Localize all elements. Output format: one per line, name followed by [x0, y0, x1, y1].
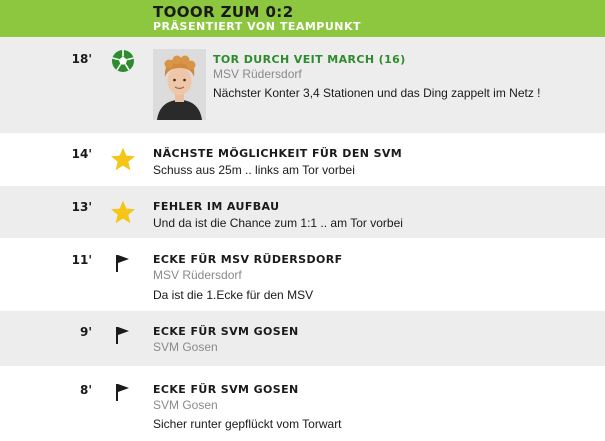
event-minute: 9': [79, 325, 92, 339]
event-title: ECKE FÜR SVM GOSEN: [153, 383, 299, 396]
star-icon: [110, 199, 136, 225]
corner-flag-icon: [110, 379, 136, 405]
event-minute: 13': [71, 200, 92, 214]
event-team: MSV Rüdersdorf: [213, 67, 302, 81]
header-subtitle: PRÄSENTIERT VON TEAMPUNKT: [153, 20, 362, 33]
corner-flag-icon: [110, 322, 136, 348]
event-title: ECKE FÜR SVM GOSEN: [153, 325, 299, 338]
event-title: FEHLER IM AUFBAU: [153, 200, 280, 213]
header-banner: TOOOR ZUM 0:2 PRÄSENTIERT VON TEAMPUNKT: [0, 0, 605, 37]
event-text: Und da ist die Chance zum 1:1 .. am Tor …: [153, 216, 403, 230]
corner-flag-icon: [110, 250, 136, 276]
event-text: Da ist die 1.Ecke für den MSV: [153, 288, 314, 302]
star-icon: [110, 146, 136, 172]
event-minute: 18': [71, 52, 92, 66]
event-minute: 11': [71, 253, 92, 267]
player-photo: [153, 49, 206, 120]
event-text: Schuss aus 25m .. links am Tor vorbei: [153, 163, 355, 177]
event-minute: 14': [71, 147, 92, 161]
event-team: SVM Gosen: [153, 340, 218, 354]
event-title: NÄCHSTE MÖGLICHKEIT FÜR DEN SVM: [153, 147, 403, 160]
event-title: TOR DURCH VEIT MARCH (16): [213, 53, 406, 66]
soccer-ball-icon: [110, 48, 136, 74]
event-text: Nächster Konter 3,4 Stationen und das Di…: [213, 86, 541, 100]
event-team: SVM Gosen: [153, 398, 218, 412]
header-title: TOOOR ZUM 0:2: [153, 3, 294, 21]
event-text: Sicher runter gepflückt vom Torwart: [153, 417, 342, 431]
event-title: ECKE FÜR MSV RÜDERSDORF: [153, 253, 343, 266]
event-minute: 8': [79, 383, 92, 397]
event-team: MSV Rüdersdorf: [153, 268, 242, 282]
